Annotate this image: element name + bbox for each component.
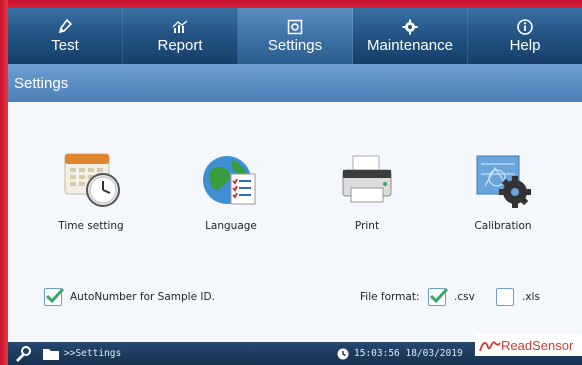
tile-language[interactable]: Language [176,150,286,232]
nav-label: Report [157,37,203,54]
device-edge-left [0,0,8,365]
page-title: Settings [8,64,582,102]
folder-icon[interactable] [42,342,60,365]
csv-checkbox[interactable] [428,287,449,306]
nav-item-report[interactable]: Report [123,8,238,64]
nav-item-test[interactable]: Test [8,8,123,64]
nav-label: Help [509,37,541,54]
blueprint-gear-icon [476,155,531,208]
clock-icon [337,342,349,365]
datetime: 15:03:56 18/03/2019 [354,348,463,359]
file-format-label: File format: [360,291,420,303]
settings-icon [287,19,303,35]
top-nav: Test Report Settings Maintenance Help [8,8,582,64]
brand-logo: ReadSensor [475,334,582,356]
printer-icon [342,155,392,203]
device-edge-top [0,0,582,8]
autonumber-checkbox[interactable] [44,287,65,306]
autonumber-label: AutoNumber for Sample ID. [70,291,215,303]
nav-item-maintenance[interactable]: Maintenance [353,8,468,64]
device-frame: Test Report Settings Maintenance Help Se… [0,0,582,365]
xls-checkbox[interactable] [496,288,514,306]
nav-item-help[interactable]: Help [468,8,582,64]
nav-label: Maintenance [367,37,453,54]
tools-icon[interactable] [14,342,32,365]
nav-label: Settings [267,37,323,54]
tile-print[interactable]: Print [312,150,422,232]
chart-icon [172,20,188,33]
tile-time-setting[interactable]: Time setting [36,150,146,232]
tile-label: Time setting [58,220,124,232]
breadcrumb: >>Settings [64,348,122,359]
brand-name: ReadSensor [501,337,574,353]
check-icon [45,287,65,304]
csv-label: .csv [454,291,475,303]
screen: Test Report Settings Maintenance Help Se… [8,8,582,365]
xls-label: .xls [522,291,540,303]
flask-icon [58,18,73,34]
nav-item-settings[interactable]: Settings [238,8,353,64]
tile-label: Calibration [474,220,532,232]
check-icon [429,287,449,304]
tile-label: Print [354,220,380,232]
globe-document-icon [203,156,256,205]
calendar-clock-icon [64,153,120,207]
gear-icon [402,19,418,35]
info-icon [517,19,533,35]
nav-label: Test [51,37,79,54]
sensor-logo-icon [479,341,501,352]
tile-label: Language [205,220,257,232]
tile-calibration[interactable]: Calibration [448,150,558,232]
